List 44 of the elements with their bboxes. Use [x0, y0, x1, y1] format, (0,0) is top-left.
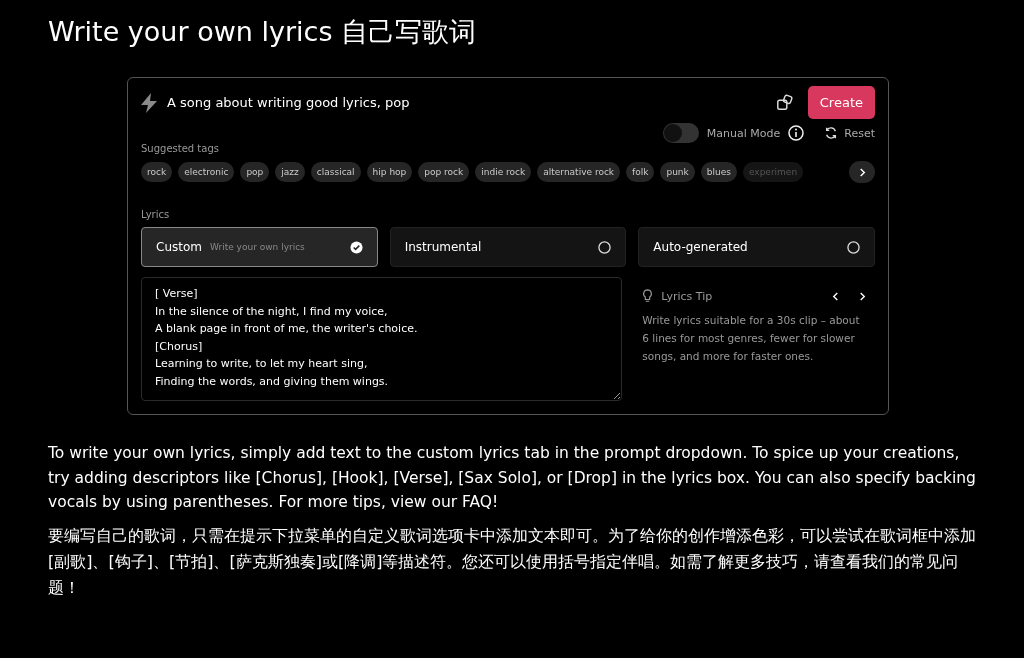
tip-title: Lyrics Tip — [661, 289, 714, 303]
option-label: Auto-generated — [653, 240, 748, 254]
tag-chip[interactable]: jazz — [275, 162, 305, 182]
create-button[interactable]: Create — [807, 86, 875, 119]
manual-mode-label: Manual Mode — [706, 126, 781, 140]
tag-chip[interactable]: electronic — [178, 162, 235, 182]
chevron-right-icon — [857, 167, 867, 177]
tag-chip[interactable]: folk — [626, 162, 655, 182]
tag-chip[interactable]: pop — [240, 162, 270, 182]
lyrics-option[interactable]: Auto-generated — [638, 227, 875, 267]
section-label: Suggested tags — [141, 143, 220, 154]
check-circle-icon — [349, 240, 363, 254]
tag-chip[interactable]: alternative rock — [537, 162, 621, 182]
tag-chip[interactable]: pop rock — [418, 162, 470, 182]
reset-button[interactable]: Reset — [824, 126, 875, 140]
page-heading: Write your own lyrics 自己写歌词 — [48, 15, 477, 49]
next-icon[interactable] — [858, 291, 867, 301]
tip-text: Write lyrics suitable for a 30s clip – about 6 lines for most genres, fewer for slower songs, and more for faster ones. — [642, 313, 861, 364]
previous-icon[interactable] — [831, 291, 840, 301]
lyrics-option[interactable]: Custom Write your own lyrics — [141, 227, 378, 267]
next-button[interactable] — [849, 161, 875, 183]
tag-chip[interactable]: blues — [700, 162, 737, 182]
lightbulb-icon — [642, 289, 654, 303]
dice-icon[interactable] — [775, 93, 794, 112]
lightning-icon — [141, 92, 157, 113]
manual-mode-toggle[interactable] — [662, 123, 699, 143]
tag-chip[interactable]: hip hop — [366, 162, 413, 182]
lyrics-field[interactable]: [ Verse] In the silence of the night, I find my voice, A blank page in front of me, the writer's choice. [Chorus] Learning to write, to let my heart sing, Finding the words, and giving them wings. — [141, 277, 623, 401]
tag-chip[interactable]: punk — [660, 162, 695, 182]
paragraph: To write your own lyrics, simply add text to the custom lyrics tab in the prompt dropdown. To spice up your creations, try adding descriptors like [Chorus], [Hook], [Verse], [Sax Solo], or [Drop] in the lyrics box. You can also specify backing vocals by using parentheses. For more tips, view our FAQ! — [48, 443, 976, 513]
option-hint: Write your own lyrics — [210, 242, 305, 252]
tag-chip[interactable]: classical — [310, 162, 361, 182]
section-label: Lyrics — [141, 209, 171, 220]
tag-chip[interactable]: indie rock — [475, 162, 532, 182]
info-icon[interactable] — [788, 125, 805, 141]
radio-icon — [598, 240, 612, 254]
tag-chip[interactable]: rock — [141, 162, 173, 182]
radio-icon — [847, 240, 860, 254]
option-label: Instrumental — [404, 240, 482, 254]
paragraph: 要编写自己的歌词，只需在提示下拉菜单的自定义歌词选项卡中添加文本即可。为了给你的创作增添色彩，可以尝试在歌词框中添加[副歌]、[钩子]、[节拍]、[萨克斯独奏]或[降调]等描述符。您还可以使用括号指定伴唱。如需了解更多技巧，请查看我们的常见问题！ — [48, 524, 976, 599]
prompt-field[interactable]: A song about writing good lyrics, pop — [167, 95, 766, 110]
refresh-icon — [824, 126, 839, 140]
option-label: Custom — [156, 240, 202, 254]
lyrics-option[interactable]: Instrumental — [389, 227, 627, 267]
